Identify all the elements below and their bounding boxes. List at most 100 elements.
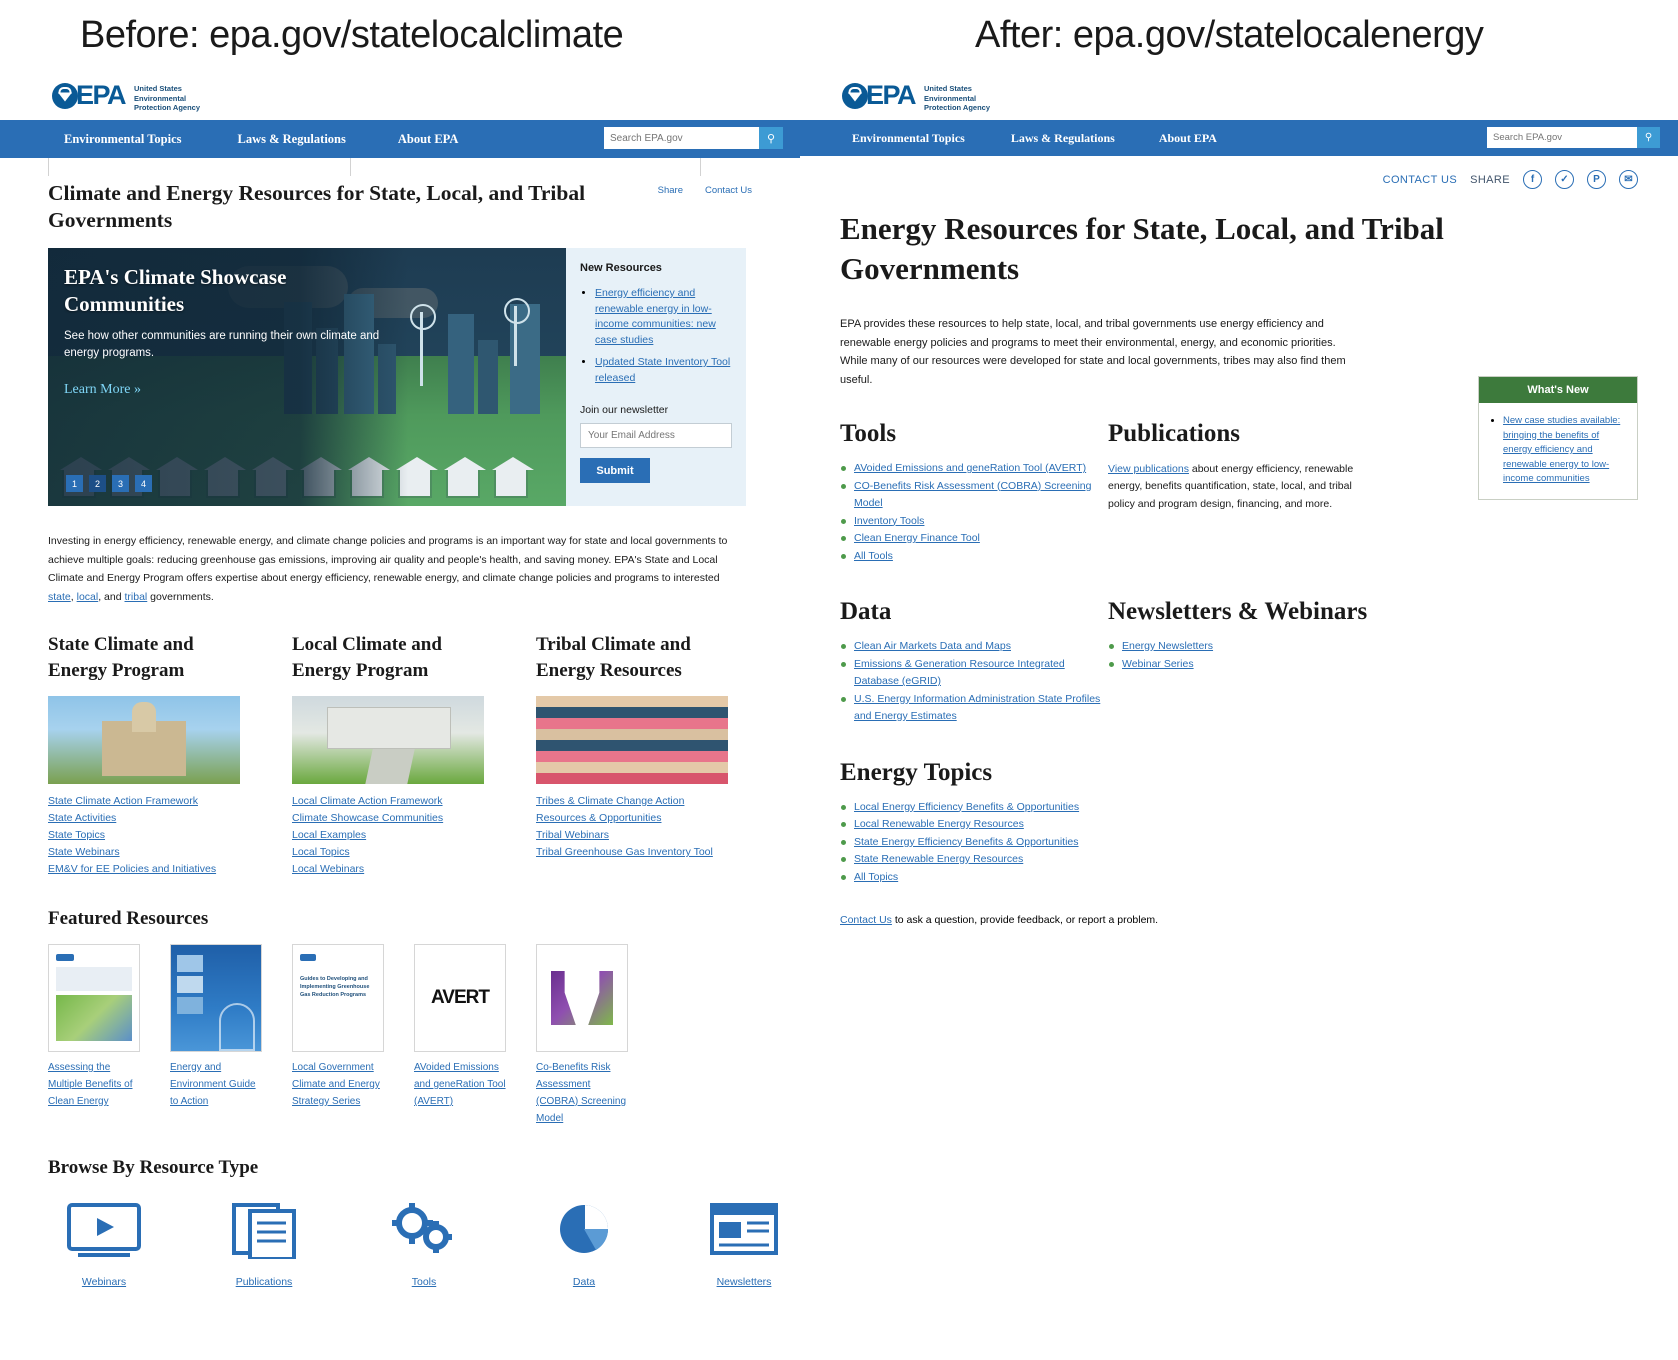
state-link-2[interactable]: State Activities [48, 812, 116, 824]
state-link-3[interactable]: State Topics [48, 829, 105, 841]
tools-link-3[interactable]: Inventory Tools [854, 515, 924, 527]
list-item: Energy Newsletters [1108, 638, 1376, 656]
hero-text-block: EPA's Climate Showcase Communities See h… [64, 264, 394, 398]
search-icon[interactable]: ⚲ [1637, 127, 1660, 148]
energy-topic-link-1[interactable]: Local Energy Efficiency Benefits & Oppor… [854, 801, 1079, 813]
search-input[interactable] [604, 127, 759, 149]
nav-about-epa[interactable]: About EPA [398, 132, 459, 147]
featured-link-4[interactable]: AVoided Emissions and geneRation Tool (A… [414, 1062, 506, 1107]
email-icon[interactable]: ✉ [1619, 170, 1638, 189]
suburban-houses-photo[interactable] [292, 696, 484, 784]
featured-link-5[interactable]: Co-Benefits Risk Assessment (COBRA) Scre… [536, 1062, 626, 1124]
publications-link[interactable]: Publications [236, 1276, 293, 1288]
hero-slide-3[interactable]: 3 [112, 475, 129, 492]
epa-logo-after[interactable]: EPA United States Environmental Protecti… [842, 82, 990, 113]
list-item: Inventory Tools [840, 513, 1108, 531]
local-government-strategy-cover[interactable]: Guides to Developing and Implementing Gr… [292, 944, 384, 1052]
tools-link-4[interactable]: Clean Energy Finance Tool [854, 532, 980, 544]
local-link-2[interactable]: Climate Showcase Communities [292, 812, 443, 824]
browse-item-webinars[interactable]: Webinars [64, 1201, 144, 1288]
energy-topic-link-4[interactable]: State Renewable Energy Resources [854, 853, 1023, 865]
hero-learn-more-link[interactable]: Learn More » [64, 382, 394, 398]
contact-us-link[interactable]: Contact Us [705, 185, 752, 196]
newsletters-link-1[interactable]: Energy Newsletters [1122, 640, 1213, 652]
whats-new-link-1[interactable]: New case studies available: bringing the… [1503, 415, 1620, 484]
hero-body: See how other communities are running th… [64, 330, 380, 359]
tribal-link-2[interactable]: Resources & Opportunities [536, 812, 661, 824]
share-link[interactable]: Share [658, 185, 683, 196]
tribal-link[interactable]: tribal [125, 591, 148, 603]
tribal-link-1[interactable]: Tribes & Climate Change Action [536, 795, 684, 807]
data-link[interactable]: Data [573, 1276, 595, 1288]
browse-item-newsletters[interactable]: Newsletters [704, 1201, 784, 1288]
energy-topic-link-3[interactable]: State Energy Efficiency Benefits & Oppor… [854, 836, 1079, 848]
featured-link-3[interactable]: Local Government Climate and Energy Stra… [292, 1062, 380, 1107]
tribal-textile-pattern-photo[interactable] [536, 696, 728, 784]
energy-environment-guide-cover[interactable] [170, 944, 262, 1052]
tribal-link-4[interactable]: Tribal Greenhouse Gas Inventory Tool [536, 846, 713, 858]
new-resource-link-1[interactable]: Energy efficiency and renewable energy i… [595, 287, 716, 346]
twitter-icon[interactable]: ✓ [1555, 170, 1574, 189]
local-link[interactable]: local [77, 591, 99, 603]
browse-label: Data [544, 1276, 624, 1288]
state-link[interactable]: state [48, 591, 71, 603]
tribal-link-3[interactable]: Tribal Webinars [536, 829, 609, 841]
tools-link-2[interactable]: CO-Benefits Risk Assessment (COBRA) Scre… [854, 480, 1092, 510]
data-link-1[interactable]: Clean Air Markets Data and Maps [854, 640, 1011, 652]
tools-link[interactable]: Tools [412, 1276, 437, 1288]
featured-link-2[interactable]: Energy and Environment Guide to Action [170, 1062, 256, 1107]
epa-tagline-line1: United States [924, 84, 972, 93]
state-link-4[interactable]: State Webinars [48, 846, 120, 858]
email-field[interactable] [580, 423, 732, 448]
submit-button[interactable]: Submit [580, 458, 650, 483]
avert-logo-cover[interactable]: AVERT [414, 944, 506, 1052]
new-resources-box: New Resources Energy efficiency and rene… [566, 248, 746, 506]
nav-laws-regulations[interactable]: Laws & Regulations [1011, 131, 1115, 146]
hero-slide-4[interactable]: 4 [135, 475, 152, 492]
hero-slide-pager: 1 2 3 4 [66, 475, 152, 492]
webinars-link[interactable]: Webinars [82, 1276, 126, 1288]
local-link-4[interactable]: Local Topics [292, 846, 350, 858]
local-link-1[interactable]: Local Climate Action Framework [292, 795, 443, 807]
contact-us-link[interactable]: CONTACT US [1383, 174, 1458, 186]
state-program-heading: State Climate and Energy Program [48, 634, 194, 681]
energy-topic-link-2[interactable]: Local Renewable Energy Resources [854, 818, 1024, 830]
tools-link-1[interactable]: AVoided Emissions and geneRation Tool (A… [854, 462, 1086, 474]
pinterest-icon[interactable]: P [1587, 170, 1606, 189]
texas-capitol-photo[interactable] [48, 696, 240, 784]
hero-slide-2[interactable]: 2 [89, 475, 106, 492]
browse-item-data[interactable]: Data [544, 1201, 624, 1288]
tools-link-5[interactable]: All Tools [854, 550, 893, 562]
local-link-3[interactable]: Local Examples [292, 829, 366, 841]
featured-link-1[interactable]: Assessing the Multiple Benefits of Clean… [48, 1062, 133, 1107]
featured-card: Co-Benefits Risk Assessment (COBRA) Scre… [536, 944, 628, 1127]
state-link-5[interactable]: EM&V for EE Policies and Initiatives [48, 863, 216, 875]
newsletters-link-2[interactable]: Webinar Series [1122, 658, 1194, 670]
featured-caption: AVoided Emissions and geneRation Tool (A… [414, 1059, 506, 1110]
nav-environmental-topics[interactable]: Environmental Topics [64, 132, 182, 147]
local-link-5[interactable]: Local Webinars [292, 863, 364, 875]
browse-item-tools[interactable]: Tools [384, 1201, 464, 1288]
cobra-logo-cover[interactable] [536, 944, 628, 1052]
facebook-icon[interactable]: f [1523, 170, 1542, 189]
data-link-2[interactable]: Emissions & Generation Resource Integrat… [854, 658, 1065, 688]
search-input[interactable] [1487, 127, 1637, 148]
hero-slide-1[interactable]: 1 [66, 475, 83, 492]
state-link-1[interactable]: State Climate Action Framework [48, 795, 198, 807]
search-icon[interactable]: ⚲ [759, 127, 783, 149]
newsletters-section: Newsletters & Webinars Energy Newsletter… [1108, 595, 1376, 726]
nav-environmental-topics[interactable]: Environmental Topics [852, 131, 965, 146]
data-link-3[interactable]: U.S. Energy Information Administration S… [854, 693, 1100, 723]
browse-item-publications[interactable]: Publications [224, 1201, 304, 1288]
view-publications-link[interactable]: View publications [1108, 463, 1189, 475]
hero-banner[interactable]: EPA's Climate Showcase Communities See h… [48, 248, 566, 506]
contact-line-rest: to ask a question, provide feedback, or … [891, 914, 1159, 926]
nav-laws-regulations[interactable]: Laws & Regulations [238, 132, 346, 147]
assessing-multiple-benefits-cover[interactable] [48, 944, 140, 1052]
energy-topic-link-5[interactable]: All Topics [854, 871, 898, 883]
epa-logo-before[interactable]: EPA United States Environmental Protecti… [52, 82, 200, 113]
newsletters-link[interactable]: Newsletters [717, 1276, 772, 1288]
new-resource-link-2[interactable]: Updated State Inventory Tool released [595, 356, 730, 384]
contact-us-inline-link[interactable]: Contact Us [840, 914, 892, 926]
nav-about-epa[interactable]: About EPA [1159, 131, 1217, 146]
